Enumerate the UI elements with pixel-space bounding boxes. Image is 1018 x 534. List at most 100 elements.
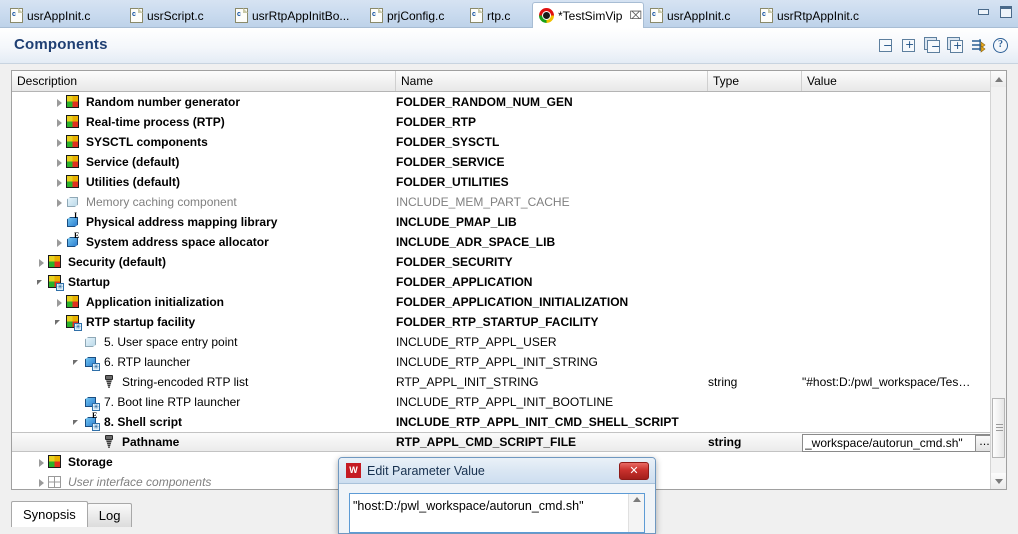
parameter-value-field[interactable] <box>349 493 645 533</box>
vertical-scrollbar[interactable] <box>990 71 1006 489</box>
editor-tab-label: usrAppInit.c <box>27 9 90 23</box>
description-cell: SYSCTL components <box>12 132 396 152</box>
help-icon[interactable]: ? <box>993 38 1008 53</box>
cube-icon: ✳ <box>83 394 99 410</box>
description-cell: Security (default) <box>12 252 396 272</box>
name-cell: FOLDER_UTILITIES <box>396 172 509 192</box>
editor-tab-5[interactable]: *TestSimVip⌧ <box>532 2 644 28</box>
expand-triangle-icon[interactable] <box>54 237 65 248</box>
table-row[interactable]: Random number generatorFOLDER_RANDOM_NUM… <box>12 92 990 112</box>
scroll-down-button[interactable] <box>991 473 1006 489</box>
expand-triangle-icon[interactable] <box>36 477 47 488</box>
show-changes-icon[interactable] <box>970 37 986 53</box>
description-cell: Utilities (default) <box>12 172 396 192</box>
editor-tab-0[interactable]: usrAppInit.c <box>4 3 124 28</box>
type-cell: string <box>708 372 737 392</box>
expand-triangle-icon[interactable] <box>54 157 65 168</box>
expand-triangle-icon[interactable] <box>54 117 65 128</box>
folder-icon <box>47 454 63 470</box>
editor-tab-3[interactable]: prjConfig.c <box>364 3 464 28</box>
row-description-label: 5. User space entry point <box>104 332 237 352</box>
parameter-value-input[interactable] <box>350 494 628 532</box>
icon-badge-letter: E <box>92 412 97 420</box>
close-icon[interactable]: ✕ <box>619 462 649 480</box>
name-cell: RTP_APPL_INIT_STRING <box>396 372 539 392</box>
param-icon <box>101 434 117 450</box>
cube-icon: I <box>65 214 81 230</box>
collapse-triangle-icon[interactable] <box>72 417 83 428</box>
expand-triangle-icon[interactable] <box>54 137 65 148</box>
row-description-label: System address space allocator <box>86 232 269 252</box>
column-header-description[interactable]: Description <box>12 71 396 91</box>
description-cell: Application initialization <box>12 292 396 312</box>
c-file-icon <box>760 8 773 23</box>
editor-tab-6[interactable]: usrAppInit.c <box>644 3 754 28</box>
collapse-triangle-icon[interactable] <box>36 277 47 288</box>
c-file-icon <box>130 8 143 23</box>
table-row[interactable]: E✳8. Shell scriptINCLUDE_RTP_APPL_INIT_C… <box>12 412 990 432</box>
editor-tab-label: usrScript.c <box>147 9 204 23</box>
table-row[interactable]: Real-time process (RTP)FOLDER_RTP <box>12 112 990 132</box>
value-cell[interactable]: "#host:D:/pwl_workspace/Tes… <box>802 372 970 392</box>
c-file-icon <box>370 8 383 23</box>
row-description-label: Storage <box>68 452 113 472</box>
table-row[interactable]: Memory caching componentINCLUDE_MEM_PART… <box>12 192 990 212</box>
row-description-label: User interface components <box>68 472 211 489</box>
expand-triangle-icon[interactable] <box>54 177 65 188</box>
view-toolbar: − + − + ? <box>878 37 1008 53</box>
modified-overlay-icon: ✳ <box>92 403 100 411</box>
expand-triangle-icon[interactable] <box>54 197 65 208</box>
textarea-scrollbar[interactable] <box>628 494 644 532</box>
expand-triangle-icon[interactable] <box>54 97 65 108</box>
bottom-tab-synopsis[interactable]: Synopsis <box>11 501 88 527</box>
collapse-triangle-icon[interactable] <box>72 357 83 368</box>
scroll-up-button[interactable] <box>991 71 1006 87</box>
browse-button[interactable]: ... <box>975 435 990 452</box>
table-row[interactable]: ESystem address space allocatorINCLUDE_A… <box>12 232 990 252</box>
table-row[interactable]: Service (default)FOLDER_SERVICE <box>12 152 990 172</box>
expand-triangle-icon[interactable] <box>54 297 65 308</box>
folder-icon <box>65 114 81 130</box>
c-file-icon <box>10 8 23 23</box>
expand-triangle-icon[interactable] <box>36 257 47 268</box>
bottom-tab-log[interactable]: Log <box>87 503 133 527</box>
expand-all-button[interactable]: + <box>901 37 917 53</box>
column-header-name[interactable]: Name <box>396 71 708 91</box>
editor-tab-4[interactable]: rtp.c <box>464 3 532 28</box>
table-row[interactable]: IPhysical address mapping libraryINCLUDE… <box>12 212 990 232</box>
editor-tab-1[interactable]: usrScript.c <box>124 3 229 28</box>
collapse-all-button[interactable]: − <box>878 37 894 53</box>
table-row[interactable]: 5. User space entry pointINCLUDE_RTP_APP… <box>12 332 990 352</box>
cubedim-icon <box>83 334 99 350</box>
description-cell: ✳Startup <box>12 272 396 292</box>
icon-badge-letter: E <box>74 232 79 240</box>
expand-triangle-icon[interactable] <box>36 457 47 468</box>
inline-value-editor[interactable]: ... <box>802 434 990 452</box>
table-row[interactable]: ✳StartupFOLDER_APPLICATION <box>12 272 990 292</box>
table-row[interactable]: Security (default)FOLDER_SECURITY <box>12 252 990 272</box>
column-header-type[interactable]: Type <box>708 71 802 91</box>
table-row[interactable]: String-encoded RTP listRTP_APPL_INIT_STR… <box>12 372 990 392</box>
table-row[interactable]: ✳RTP startup facilityFOLDER_RTP_STARTUP_… <box>12 312 990 332</box>
close-icon[interactable]: ⌧ <box>629 9 642 22</box>
editor-tab-7[interactable]: usrRtpAppInit.c <box>754 3 879 28</box>
row-description-label: Memory caching component <box>86 192 237 212</box>
scrollbar-thumb[interactable] <box>992 398 1005 458</box>
minimize-button[interactable] <box>976 4 992 20</box>
table-row[interactable]: ✳7. Boot line RTP launcherINCLUDE_RTP_AP… <box>12 392 990 412</box>
collapse-triangle-icon[interactable] <box>54 317 65 328</box>
table-row[interactable]: Utilities (default)FOLDER_UTILITIES <box>12 172 990 192</box>
table-row[interactable]: ✳6. RTP launcherINCLUDE_RTP_APPL_INIT_ST… <box>12 352 990 372</box>
expand-subtree-button[interactable]: + <box>947 37 963 53</box>
value-input[interactable] <box>803 435 975 451</box>
row-description-label: Service (default) <box>86 152 179 172</box>
column-header-value[interactable]: Value <box>802 71 992 91</box>
maximize-button[interactable] <box>998 4 1014 20</box>
table-row[interactable]: Application initializationFOLDER_APPLICA… <box>12 292 990 312</box>
editor-tab-2[interactable]: usrRtpAppInitBo... <box>229 3 364 28</box>
name-cell: INCLUDE_RTP_APPL_INIT_BOOTLINE <box>396 392 613 412</box>
table-row[interactable]: PathnameRTP_APPL_CMD_SCRIPT_FILEstring..… <box>12 432 990 452</box>
table-row[interactable]: SYSCTL componentsFOLDER_SYSCTL <box>12 132 990 152</box>
modified-overlay-icon: ✳ <box>74 323 82 331</box>
collapse-subtree-button[interactable]: − <box>924 37 940 53</box>
